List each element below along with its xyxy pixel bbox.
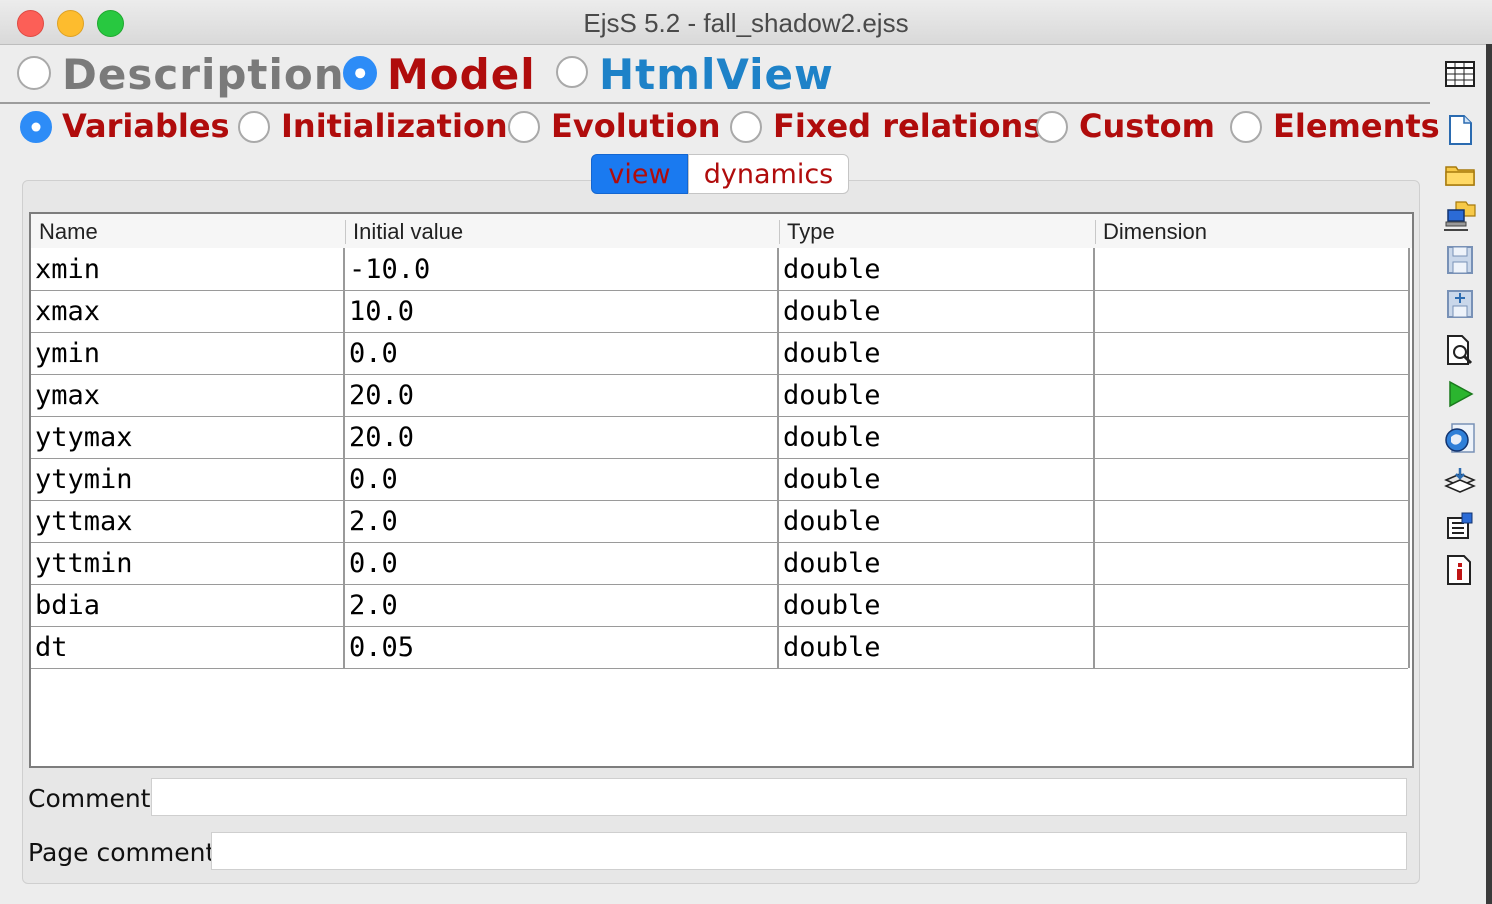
- cell-type[interactable]: double: [783, 506, 881, 537]
- elements-radio[interactable]: [1230, 111, 1262, 143]
- cell-type[interactable]: double: [783, 422, 881, 453]
- page-comment-field[interactable]: [211, 832, 1407, 870]
- cell-initial-value[interactable]: 20.0: [349, 422, 414, 453]
- tab-elements[interactable]: Elements: [1273, 107, 1440, 145]
- cell-initial-value[interactable]: 20.0: [349, 380, 414, 411]
- page-tab-dynamics[interactable]: dynamics: [688, 154, 849, 194]
- initialization-radio[interactable]: [238, 111, 270, 143]
- tab-fixed-relations[interactable]: Fixed relations: [773, 107, 1042, 145]
- cell-name[interactable]: dt: [35, 632, 68, 663]
- table-row[interactable]: dt 0.05 double: [31, 626, 1408, 669]
- main-tab-label[interactable]: HtmlView: [599, 50, 834, 99]
- info-icon[interactable]: [1444, 554, 1476, 586]
- window-titlebar[interactable]: EjsS 5.2 - fall_shadow2.ejss: [0, 0, 1492, 45]
- table-icon[interactable]: [1444, 58, 1476, 90]
- table-row[interactable]: bdia 2.0 double: [31, 584, 1408, 627]
- main-tab-label[interactable]: Model: [387, 50, 536, 99]
- column-header-dimension[interactable]: Dimension: [1103, 219, 1207, 245]
- cell-initial-value[interactable]: 2.0: [349, 590, 398, 621]
- cell-type[interactable]: double: [783, 296, 881, 327]
- table-row[interactable]: yttmax 2.0 double: [31, 500, 1408, 543]
- column-divider[interactable]: [345, 220, 346, 244]
- table-row[interactable]: xmax 10.0 double: [31, 290, 1408, 333]
- column-header-initial-value[interactable]: Initial value: [353, 219, 463, 245]
- cell-name[interactable]: ytymin: [35, 464, 133, 495]
- custom-radio[interactable]: [1036, 111, 1068, 143]
- variables-radio[interactable]: [20, 111, 52, 143]
- comment-label: Comment: [28, 784, 151, 813]
- cell-name[interactable]: ymax: [35, 380, 100, 411]
- column-divider[interactable]: [1095, 220, 1096, 244]
- table-row[interactable]: ytymax 20.0 double: [31, 416, 1408, 459]
- tab-evolution[interactable]: Evolution: [551, 107, 720, 145]
- window-title: EjsS 5.2 - fall_shadow2.ejss: [583, 8, 909, 38]
- cell-name[interactable]: yttmax: [35, 506, 133, 537]
- cell-name[interactable]: xmax: [35, 296, 100, 327]
- new-file-icon[interactable]: [1444, 114, 1476, 146]
- page-tab-view[interactable]: view: [591, 154, 688, 194]
- evolution-radio[interactable]: [508, 111, 540, 143]
- comment-field[interactable]: [151, 778, 1407, 816]
- description-radio[interactable]: [17, 56, 51, 90]
- save-icon[interactable]: [1444, 244, 1476, 276]
- cell-type[interactable]: double: [783, 548, 881, 579]
- variables-table[interactable]: Name Initial value Type Dimension xmin -…: [29, 212, 1414, 768]
- table-row[interactable]: yttmin 0.0 double: [31, 542, 1408, 585]
- cell-initial-value[interactable]: 0.0: [349, 338, 398, 369]
- column-header-type[interactable]: Type: [787, 219, 835, 245]
- model-radio[interactable]: [343, 56, 377, 90]
- cell-initial-value[interactable]: 0.0: [349, 464, 398, 495]
- table-row[interactable]: ytymin 0.0 double: [31, 458, 1408, 501]
- cell-type[interactable]: double: [783, 590, 881, 621]
- window-edge: [1486, 44, 1492, 904]
- cell-initial-value[interactable]: -10.0: [349, 254, 430, 285]
- cell-name[interactable]: ytymax: [35, 422, 133, 453]
- cell-type[interactable]: double: [783, 464, 881, 495]
- cell-name[interactable]: yttmin: [35, 548, 133, 579]
- package-icon[interactable]: [1444, 466, 1476, 498]
- column-divider[interactable]: [779, 220, 780, 244]
- tab-variables[interactable]: Variables: [62, 107, 230, 145]
- open-folder-icon[interactable]: [1444, 158, 1476, 190]
- cell-initial-value[interactable]: 0.0: [349, 548, 398, 579]
- cell-type[interactable]: double: [783, 254, 881, 285]
- table-row[interactable]: xmin -10.0 double: [31, 248, 1408, 291]
- cell-type[interactable]: double: [783, 632, 881, 663]
- cell-type[interactable]: double: [783, 338, 881, 369]
- column-gridline: [1408, 248, 1410, 668]
- table-row[interactable]: ymin 0.0 double: [31, 332, 1408, 375]
- right-toolbar: [1436, 44, 1492, 904]
- save-as-icon[interactable]: [1444, 288, 1476, 320]
- table-header: Name Initial value Type Dimension: [31, 214, 1412, 248]
- cell-name[interactable]: bdia: [35, 590, 100, 621]
- column-header-name[interactable]: Name: [39, 219, 98, 245]
- cell-initial-value[interactable]: 0.05: [349, 632, 414, 663]
- page-comment-label: Page comment: [28, 838, 216, 867]
- htmlview-radio[interactable]: [556, 56, 588, 88]
- web-browser-icon[interactable]: [1444, 422, 1476, 454]
- cell-name[interactable]: ymin: [35, 338, 100, 369]
- table-row[interactable]: ymax 20.0 double: [31, 374, 1408, 417]
- cell-type[interactable]: double: [783, 380, 881, 411]
- cell-name[interactable]: xmin: [35, 254, 100, 285]
- open-network-icon[interactable]: [1444, 200, 1476, 232]
- tab-custom[interactable]: Custom: [1079, 107, 1215, 145]
- search-icon[interactable]: [1444, 334, 1476, 366]
- preferences-icon[interactable]: [1444, 510, 1476, 542]
- cell-initial-value[interactable]: 10.0: [349, 296, 414, 327]
- main-tab-label[interactable]: Description: [62, 50, 345, 99]
- run-icon[interactable]: [1444, 378, 1476, 410]
- tab-initialization[interactable]: Initialization: [281, 107, 508, 145]
- cell-initial-value[interactable]: 2.0: [349, 506, 398, 537]
- fixed-relations-radio[interactable]: [730, 111, 762, 143]
- tab-separator: [0, 102, 1430, 104]
